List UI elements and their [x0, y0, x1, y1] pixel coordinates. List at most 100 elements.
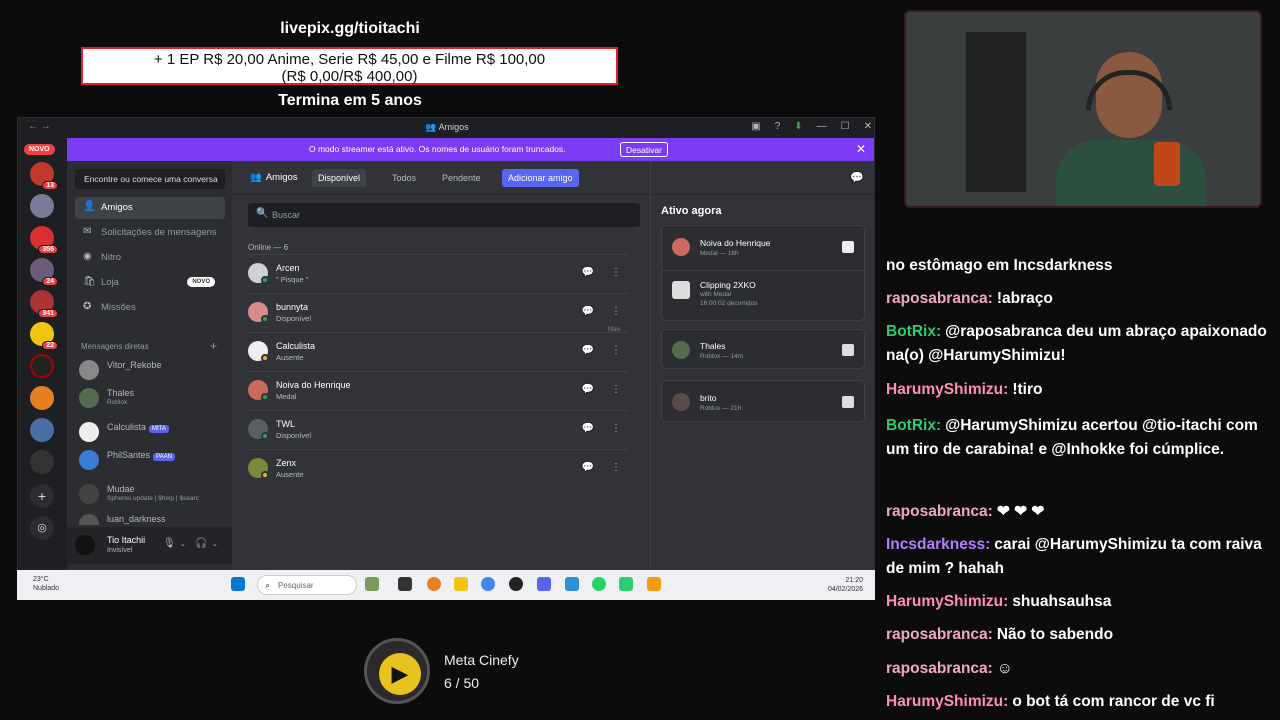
chat-message: BotRix: @HarumyShimizu acertou @tio-itach… — [886, 414, 1270, 462]
tab-all[interactable]: Todos — [386, 169, 422, 187]
sidebar-item-quests[interactable]: ✪ Missões — [75, 297, 225, 319]
server-icon[interactable] — [30, 450, 54, 474]
activity-status: Roblox — 14m — [700, 353, 743, 360]
activity-card[interactable]: Thales Roblox — 14m — [661, 329, 865, 369]
friend-row[interactable]: bunnyta Disponível 💬 ⋮ Mais — [248, 293, 628, 333]
shop-icon: 🛍 — [83, 276, 96, 287]
download-icon[interactable]: ⬇ — [794, 121, 802, 132]
friend-row[interactable]: TWL Disponível 💬 ⋮ — [248, 410, 628, 449]
file-explorer-icon[interactable] — [454, 577, 468, 591]
friend-name: bunnyta — [276, 302, 309, 312]
minimize-button[interactable]: — — [817, 121, 827, 132]
microphone-icon[interactable]: 🎙 — [163, 538, 176, 549]
message-icon[interactable]: 💬 — [580, 423, 596, 439]
sidebar-item-nitro[interactable]: ◉ Nitro — [75, 247, 225, 269]
vlc-icon[interactable] — [647, 577, 661, 591]
explore-icon[interactable]: ◎ — [30, 516, 54, 540]
chrome-icon[interactable] — [481, 577, 495, 591]
goal-count: 6 / 50 — [444, 675, 480, 691]
app-icon[interactable] — [398, 577, 412, 591]
server-icon[interactable] — [30, 418, 54, 442]
taskbar-search[interactable]: ⌕ Pesquisar — [257, 575, 357, 595]
add-dm-icon[interactable]: + — [210, 339, 217, 353]
server-icon[interactable]: 24 — [30, 258, 58, 286]
app-icon[interactable] — [427, 577, 441, 591]
discord-icon[interactable] — [537, 577, 551, 591]
message-icon[interactable]: 💬 — [580, 384, 596, 400]
server-icon[interactable]: 356 — [30, 226, 58, 254]
sidebar-item-message-requests[interactable]: ✉ Solicitações de mensagens — [75, 222, 225, 244]
tab-pending[interactable]: Pendente — [436, 169, 487, 187]
server-icon[interactable] — [30, 354, 54, 378]
headphones-icon[interactable]: 🎧 — [195, 538, 207, 549]
server-icon[interactable]: 13 — [30, 162, 58, 190]
screen-icon[interactable]: ▣ — [751, 121, 760, 132]
sidebar-item-shop[interactable]: 🛍 Loja NOVO — [75, 272, 225, 294]
friend-row[interactable]: Noiva do Henrique Medal 💬 ⋮ — [248, 371, 628, 410]
presence-dot — [261, 315, 269, 323]
dm-item[interactable]: Mudae Spheres update | $help | $searc — [77, 481, 227, 509]
dm-item[interactable]: Vitor_Rekobe — [77, 357, 227, 385]
disable-streamer-button[interactable]: Desativar — [620, 142, 668, 157]
avatar — [79, 484, 99, 504]
help-icon[interactable]: ? — [775, 121, 781, 132]
maximize-button[interactable]: ☐ — [841, 121, 850, 132]
dm-item[interactable]: luan_darkness — [77, 511, 227, 525]
more-icon[interactable]: ⋮ — [608, 345, 624, 361]
friend-row[interactable]: Arcen " Pisque " 💬 ⋮ — [248, 254, 628, 293]
close-icon[interactable]: ✕ — [856, 142, 866, 156]
message-icon[interactable]: 💬 — [580, 345, 596, 361]
stream-chat: no estômago em Incsdarkness raposabranca:… — [876, 250, 1280, 720]
more-icon[interactable]: ⋮ — [608, 462, 624, 478]
activity-status: Medal — 16h — [700, 250, 739, 257]
friends-search[interactable]: 🔍 — [248, 203, 640, 227]
more-icon[interactable]: ⋮ — [608, 384, 624, 400]
dm-item[interactable]: Calculista MITA — [77, 419, 227, 447]
dm-subtext: Spheres update | $help | $searc — [107, 495, 199, 502]
chat-text: ❤ ❤ ❤ — [996, 503, 1045, 520]
weather-desc: Nublado — [33, 585, 60, 592]
chevron-down-icon[interactable]: ⌄ — [180, 540, 186, 548]
sidebar-item-friends[interactable]: 👤 Amigos — [75, 197, 225, 219]
dm-item[interactable]: PhilSantes PAAN — [77, 447, 227, 475]
more-icon[interactable]: ⋮ — [608, 306, 624, 322]
add-friend-button[interactable]: Adicionar amigo — [502, 169, 579, 187]
webcam-shelf — [966, 32, 1026, 192]
roblox-icon — [842, 396, 854, 408]
friend-row[interactable]: Zenx Ausente 💬 ⋮ — [248, 449, 628, 488]
server-icon[interactable]: 341 — [30, 290, 58, 318]
activity-card[interactable]: Noiva do Henrique Medal — 16h Clipping 2… — [661, 225, 865, 321]
friend-row[interactable]: Calculista Ausente 💬 ⋮ — [248, 332, 628, 371]
app-icon[interactable] — [619, 577, 633, 591]
chat-text: o bot tá com rancor de vc fi — [1012, 693, 1215, 710]
dm-item[interactable]: Thales Roblox — [77, 385, 227, 413]
friend-status: Medal — [276, 392, 297, 401]
tab-available[interactable]: Disponível — [312, 169, 367, 187]
taskbar-clock[interactable]: 21:20 04/02/2026 — [828, 576, 863, 594]
message-icon[interactable]: 💬 — [580, 462, 596, 478]
add-server-icon[interactable]: + — [30, 484, 54, 508]
server-icon[interactable] — [30, 386, 54, 410]
task-view-icon[interactable] — [365, 577, 379, 591]
avatar[interactable] — [75, 535, 95, 555]
close-button[interactable]: ✕ — [864, 121, 872, 132]
activity-card[interactable]: brito Roblox — 21h — [661, 380, 865, 422]
app-icon[interactable] — [565, 577, 579, 591]
message-icon[interactable]: 💬 — [580, 267, 596, 283]
server-badge: 13 — [42, 181, 58, 190]
find-conversation-button[interactable]: Encontre ou comece uma conversa — [75, 169, 225, 189]
avatar — [79, 450, 99, 470]
search-input[interactable] — [272, 205, 632, 225]
server-icon[interactable]: 22 — [30, 322, 58, 350]
whatsapp-icon[interactable] — [592, 577, 606, 591]
start-icon[interactable] — [231, 577, 245, 591]
more-icon[interactable]: ⋮ — [608, 267, 624, 283]
weather-widget[interactable]: 23°C Nublado — [33, 575, 59, 593]
more-icon[interactable]: ⋮ — [608, 423, 624, 439]
obs-icon[interactable] — [509, 577, 523, 591]
message-icon[interactable]: 💬 — [580, 306, 596, 322]
chat-text: shuahsauhsa — [1012, 593, 1112, 610]
server-icon[interactable] — [30, 194, 54, 218]
chevron-down-icon[interactable]: ⌄ — [212, 540, 218, 548]
quest-icon: ✪ — [83, 301, 92, 312]
